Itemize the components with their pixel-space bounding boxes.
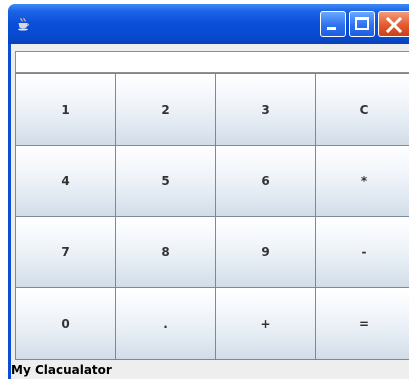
subtract-button[interactable]: - bbox=[315, 216, 409, 288]
clear-button[interactable]: C bbox=[315, 73, 409, 146]
minimize-icon bbox=[327, 27, 336, 30]
maximize-button[interactable] bbox=[349, 11, 375, 37]
keypad: 1 2 3 C 4 5 6 * 7 8 9 - 0 . + = bbox=[15, 73, 409, 360]
close-button[interactable] bbox=[378, 11, 409, 37]
decimal-point-button[interactable]: . bbox=[115, 287, 216, 360]
key-9-button[interactable]: 9 bbox=[215, 216, 316, 288]
key-4-button[interactable]: 4 bbox=[15, 145, 116, 217]
key-1-button[interactable]: 1 bbox=[15, 73, 116, 146]
add-button[interactable]: + bbox=[215, 287, 316, 360]
close-icon bbox=[385, 16, 403, 34]
key-3-button[interactable]: 3 bbox=[215, 73, 316, 146]
key-6-button[interactable]: 6 bbox=[215, 145, 316, 217]
key-8-button[interactable]: 8 bbox=[115, 216, 216, 288]
title-bar[interactable] bbox=[8, 4, 409, 44]
display-field[interactable] bbox=[15, 51, 409, 73]
key-0-button[interactable]: 0 bbox=[15, 287, 116, 360]
calculator-window: 1 2 3 C 4 5 6 * 7 8 9 - 0 . + = My Clacu… bbox=[8, 4, 409, 379]
multiply-button[interactable]: * bbox=[315, 145, 409, 217]
status-label: My Clacualator bbox=[11, 363, 112, 377]
maximize-icon bbox=[355, 17, 369, 30]
key-5-button[interactable]: 5 bbox=[115, 145, 216, 217]
equals-button[interactable]: = bbox=[315, 287, 409, 360]
key-7-button[interactable]: 7 bbox=[15, 216, 116, 288]
java-cup-icon[interactable] bbox=[16, 17, 30, 31]
key-2-button[interactable]: 2 bbox=[115, 73, 216, 146]
client-area: 1 2 3 C 4 5 6 * 7 8 9 - 0 . + = My Clacu… bbox=[8, 44, 409, 379]
minimize-button[interactable] bbox=[320, 11, 346, 37]
